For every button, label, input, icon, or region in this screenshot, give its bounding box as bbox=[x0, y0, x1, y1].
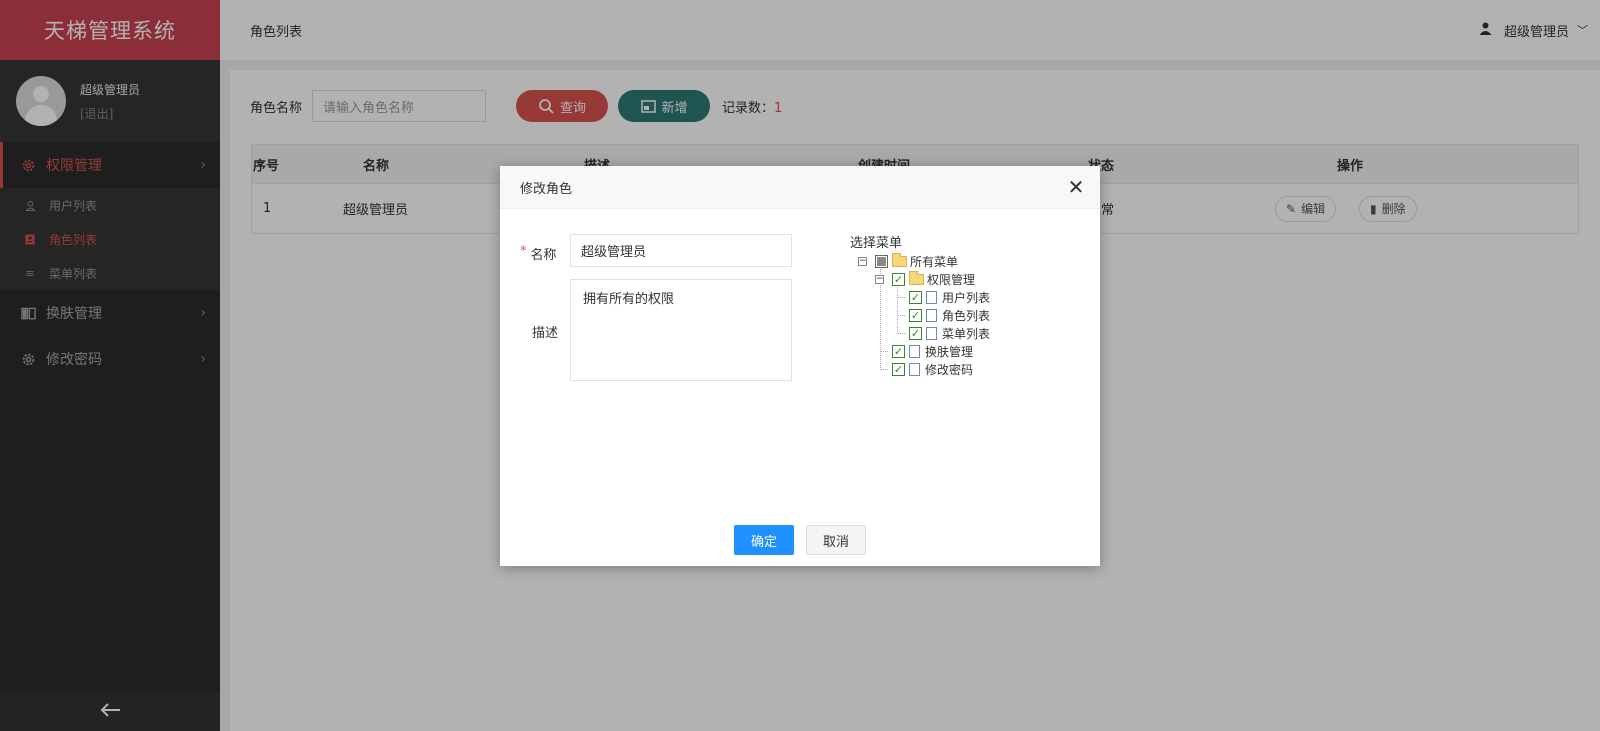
checkbox-checked[interactable]: ✓ bbox=[909, 308, 922, 322]
tree-title: 选择菜单 bbox=[850, 236, 903, 251]
desc-row: 描述 bbox=[532, 322, 558, 341]
tree-node-users: ✓ 用户列表 bbox=[858, 288, 990, 306]
checkbox-checked[interactable]: ✓ bbox=[892, 362, 905, 376]
tree-label[interactable]: 修改密码 bbox=[925, 361, 973, 378]
tree-node-permission: − ✓ 权限管理 bbox=[858, 270, 990, 288]
checkbox-checked[interactable]: ✓ bbox=[892, 272, 905, 286]
modal-title: 修改角色 bbox=[520, 181, 573, 197]
folder-icon bbox=[909, 270, 924, 285]
tree-label[interactable]: 菜单列表 bbox=[942, 325, 990, 342]
name-row: * 名称 bbox=[520, 244, 557, 263]
cancel-button[interactable]: 取消 bbox=[806, 525, 866, 555]
required-mark: * bbox=[520, 244, 527, 259]
document-icon bbox=[926, 308, 937, 322]
confirm-button[interactable]: 确定 bbox=[734, 525, 794, 555]
tree-node-roles: ✓ 角色列表 bbox=[858, 306, 990, 324]
checkbox-checked[interactable]: ✓ bbox=[892, 344, 905, 358]
tree-node-menus: ✓ 菜单列表 bbox=[858, 324, 990, 342]
tree-label[interactable]: 换肤管理 bbox=[925, 343, 973, 360]
checkbox-partial[interactable] bbox=[875, 254, 888, 268]
collapse-icon[interactable]: − bbox=[875, 274, 884, 284]
modal-header: 修改角色 bbox=[500, 166, 1100, 209]
folder-icon bbox=[892, 252, 907, 267]
document-icon bbox=[926, 290, 937, 304]
tree-node-root: − 所有菜单 bbox=[858, 252, 990, 270]
name-label: 名称 bbox=[530, 248, 557, 263]
document-icon bbox=[909, 344, 920, 358]
role-desc-field[interactable]: 拥有所有的权限 bbox=[570, 279, 792, 381]
checkbox-checked[interactable]: ✓ bbox=[909, 290, 922, 304]
edit-role-modal: 修改角色 ✕ * 名称 超级管理员 描述 拥有所有的权限 选择菜单 − 所有菜单… bbox=[500, 166, 1100, 566]
collapse-icon[interactable]: − bbox=[858, 256, 867, 266]
desc-label: 描述 bbox=[532, 326, 559, 341]
tree-label[interactable]: 用户列表 bbox=[942, 289, 990, 306]
document-icon bbox=[926, 326, 937, 340]
menu-tree: − 所有菜单 − ✓ 权限管理 ✓ 用户列表 ✓ 角色列表 ✓ 菜单列表 ✓ 换… bbox=[858, 252, 990, 378]
tree-label[interactable]: 所有菜单 bbox=[910, 253, 958, 270]
close-icon[interactable]: ✕ bbox=[1066, 177, 1086, 197]
document-icon bbox=[909, 362, 920, 376]
tree-node-skin: ✓ 换肤管理 bbox=[858, 342, 990, 360]
tree-label[interactable]: 权限管理 bbox=[927, 271, 975, 288]
checkbox-checked[interactable]: ✓ bbox=[909, 326, 922, 340]
tree-node-password: ✓ 修改密码 bbox=[858, 360, 990, 378]
tree-label[interactable]: 角色列表 bbox=[942, 307, 990, 324]
role-name-field[interactable]: 超级管理员 bbox=[570, 234, 792, 267]
